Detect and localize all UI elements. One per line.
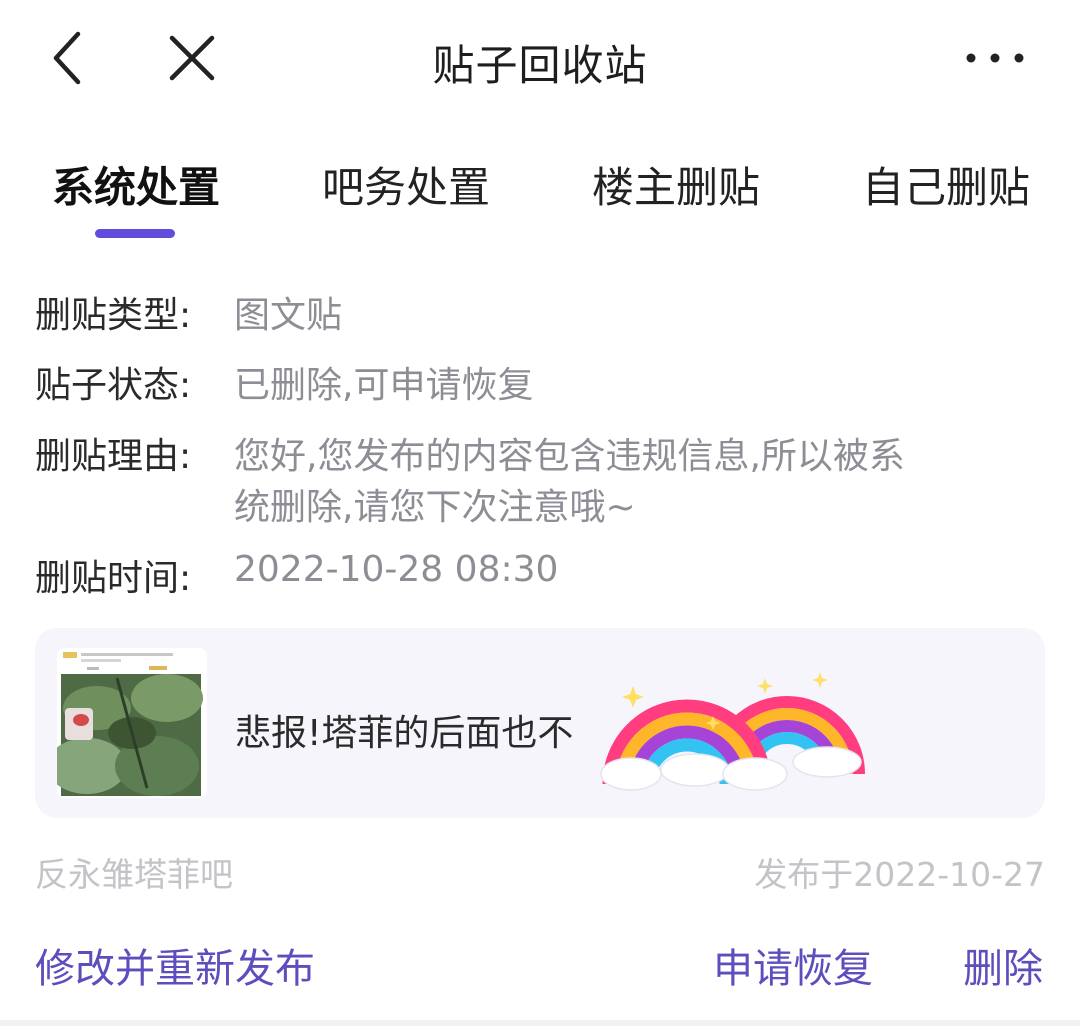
delete-time-value: 2022-10-28 08:30	[234, 549, 559, 590]
delete-button[interactable]: 删除	[963, 936, 1043, 994]
forum-name[interactable]: 反永雏塔菲吧	[35, 848, 233, 896]
delete-reason-line-1: 您好,您发布的内容包含违规信息,所以被系	[234, 436, 905, 477]
post-card[interactable]: 悲报!塔菲的后面也不	[35, 628, 1045, 818]
more-button[interactable]	[950, 22, 1040, 94]
post-title: 悲报!塔菲的后面也不	[235, 713, 574, 754]
delete-time-label: 删贴时间:	[35, 558, 192, 599]
tab-op-deleted[interactable]: 楼主删贴	[592, 154, 760, 215]
page-title: 贴子回收站	[432, 41, 648, 90]
rainbow-sticker	[600, 672, 865, 791]
post-thumbnail-image	[57, 648, 207, 798]
more-horizontal-icon	[966, 53, 1024, 63]
post-status-label: 贴子状态:	[35, 365, 192, 406]
post-thumbnail	[57, 648, 207, 798]
delete-reason-line-2: 统删除,请您下次注意哦~	[234, 487, 636, 528]
tab-system-handling[interactable]: 系统处置	[52, 154, 220, 215]
bottom-divider	[0, 1020, 1080, 1026]
delete-type-label: 删贴类型:	[35, 295, 192, 336]
tab-bar: 系统处置 吧务处置 楼主删贴 自己删贴	[0, 140, 1080, 250]
tab-self-deleted[interactable]: 自己删贴	[862, 154, 1030, 215]
post-status-value: 已删除,可申请恢复	[234, 365, 534, 406]
top-bar: 贴子回收站	[0, 0, 1080, 120]
active-tab-indicator	[95, 229, 175, 238]
tab-bar-admin-handling[interactable]: 吧务处置	[322, 154, 490, 215]
request-restore-button[interactable]: 申请恢复	[713, 936, 873, 994]
edit-and-republish-button[interactable]: 修改并重新发布	[35, 936, 315, 994]
publish-date: 发布于2022-10-27	[754, 855, 1045, 894]
delete-type-value: 图文贴	[234, 295, 343, 336]
delete-reason-label: 删贴理由:	[35, 436, 192, 477]
